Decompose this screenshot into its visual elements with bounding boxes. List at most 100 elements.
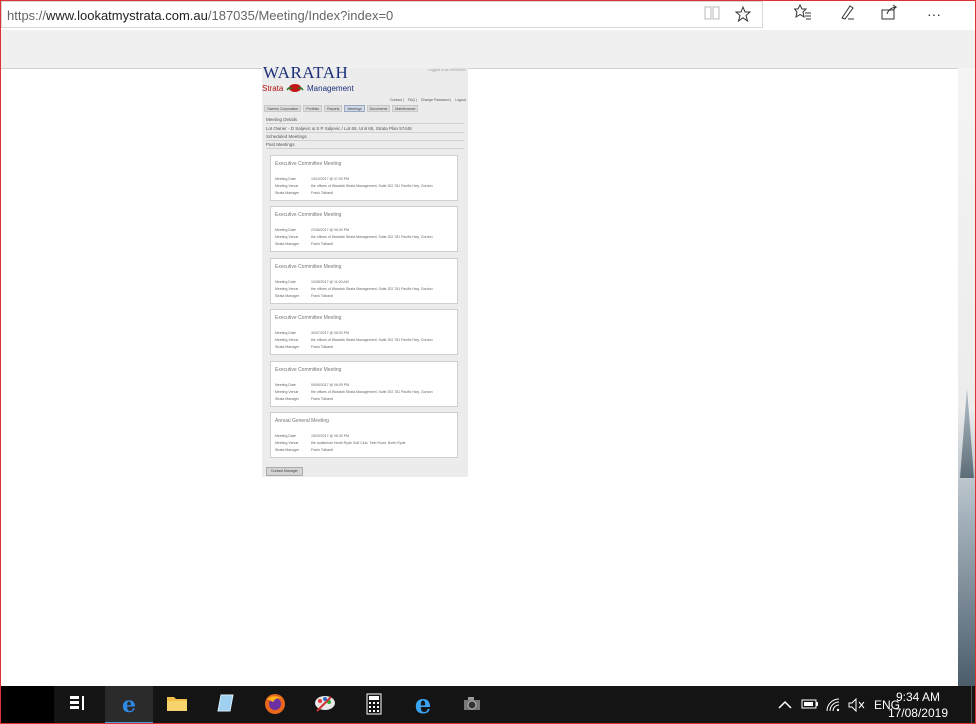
tab-portfolio[interactable]: Portfolio	[303, 105, 323, 112]
internet-explorer-button[interactable]: e	[399, 686, 447, 724]
wifi-icon[interactable]	[826, 698, 842, 715]
tab-documents[interactable]: Documents	[366, 105, 391, 112]
tab-meetings[interactable]: Meetings	[344, 105, 365, 112]
meeting-venue-row: Meeting Venue the offices of Waratah Stra…	[275, 235, 433, 239]
logo-waratah[interactable]: WARATAH	[263, 63, 348, 83]
field-value: the offices of Waratah Strata Management…	[311, 390, 433, 394]
chevron-up-icon[interactable]	[778, 698, 792, 713]
edge-taskbar-button[interactable]: e	[105, 686, 153, 724]
logo-management: Management	[307, 84, 354, 93]
field-label: Meeting Date	[275, 383, 296, 387]
firefox-button[interactable]	[251, 686, 299, 724]
edge-icon: e	[122, 692, 136, 718]
favorites-hub-icon[interactable]	[792, 3, 814, 24]
logout-link[interactable]: Logout	[455, 98, 466, 102]
field-value: Frank Tolbardi	[311, 242, 334, 246]
battery-icon[interactable]	[801, 698, 819, 713]
tab-reports[interactable]: Reports	[324, 105, 343, 112]
meeting-title[interactable]: Executive Committee Meeting	[275, 161, 341, 167]
paint-icon	[301, 693, 349, 718]
notes-app-button[interactable]	[202, 686, 250, 724]
volume-muted-icon[interactable]	[848, 697, 866, 715]
internet-explorer-icon: e	[414, 690, 432, 720]
meeting-card: Executive Committee Meeting Meeting Date 2…	[270, 206, 458, 252]
show-desktop-button[interactable]	[971, 686, 976, 724]
browser-toolbar-band	[0, 30, 976, 69]
meeting-title[interactable]: Executive Committee Meeting	[275, 264, 341, 270]
address-bar-row: https://www.lookatmystrata.com.au/187035…	[0, 0, 976, 30]
task-view-button[interactable]	[54, 686, 102, 724]
calculator-button[interactable]	[350, 686, 398, 724]
waratah-flower-icon	[286, 84, 304, 92]
strata-manager-row: Strata Manager Frank Tolbardi	[275, 294, 333, 298]
favorite-star-icon[interactable]	[732, 5, 754, 26]
meeting-card: Executive Committee Meeting Meeting Date 1…	[270, 258, 458, 304]
meeting-card: Executive Committee Meeting Meeting Date 3…	[270, 309, 458, 355]
start-button[interactable]	[0, 686, 54, 724]
meeting-card: Executive Committee Meeting Meeting Date 0…	[270, 361, 458, 407]
url-path: /187035/Meeting/Index?index=0	[207, 8, 394, 23]
notes-icon	[202, 693, 250, 718]
field-value: the offices of Waratah Strata Management…	[311, 338, 433, 342]
field-label: Meeting Venue	[275, 390, 299, 394]
strata-manager-row: Strata Manager Frank Tolbardi	[275, 345, 333, 349]
more-icon[interactable]: ···	[923, 4, 945, 24]
meeting-title[interactable]: Executive Committee Meeting	[275, 367, 341, 373]
meeting-date-row: Meeting Date 19/10/2017 @ 07:00 PM	[275, 177, 349, 181]
url-field[interactable]: https://www.lookatmystrata.com.au/187035…	[1, 1, 763, 28]
calculator-icon	[350, 693, 398, 720]
field-label: Meeting Date	[275, 280, 296, 284]
lot-owner-line: Lot Owner - D Saljevic & S P Saljevic / …	[266, 126, 464, 133]
folder-icon	[153, 693, 201, 717]
field-value: Frank Tolbardi	[311, 294, 334, 298]
field-value: Frank Tolbardi	[311, 448, 334, 452]
reading-view-icon[interactable]	[701, 6, 723, 26]
contact-link[interactable]: Contact	[390, 98, 402, 102]
logged-in-text: Logged in as: 00000000	[428, 68, 466, 72]
change-password-link[interactable]: Change Password	[421, 98, 450, 102]
field-value: 09/09/2017 @ 06:00 PM	[311, 383, 349, 387]
past-meetings-heading[interactable]: Past Meetings	[266, 142, 464, 149]
camera-icon	[448, 693, 496, 717]
strata-page: WARATAH Strata Management Logged in as: …	[262, 63, 468, 477]
clock-date: 17/08/2019	[887, 706, 948, 720]
scheduled-meetings-heading[interactable]: Scheduled Meetings	[266, 134, 464, 141]
window-border	[0, 0, 976, 724]
firefox-icon	[251, 693, 299, 720]
clock[interactable]: 9:34 AM 17/08/2019	[888, 689, 948, 721]
pen-icon[interactable]	[836, 4, 858, 24]
task-view-icon	[54, 693, 102, 717]
share-icon[interactable]	[879, 4, 901, 24]
section-title: Meeting Details	[266, 117, 464, 124]
meeting-title[interactable]: Executive Committee Meeting	[275, 315, 341, 321]
tab-maintenance[interactable]: Maintenance	[392, 105, 419, 112]
main-nav-tabs: Owners Corporation Portfolio Reports Mee…	[264, 105, 419, 112]
field-value: the offices of Waratah Strata Management…	[311, 287, 433, 291]
meeting-title[interactable]: Executive Committee Meeting	[275, 212, 341, 218]
file-explorer-button[interactable]	[153, 686, 201, 724]
tab-owners-corporation[interactable]: Owners Corporation	[264, 105, 302, 112]
meeting-venue-row: Meeting Venue the offices of Waratah Stra…	[275, 184, 433, 188]
field-value: 30/07/2017 @ 06:00 PM	[311, 331, 349, 335]
field-label: Strata Manager	[275, 397, 300, 401]
field-label: Meeting Venue	[275, 338, 299, 342]
field-label: Meeting Venue	[275, 441, 299, 445]
field-value: Frank Tolbardi	[311, 191, 334, 195]
meeting-venue-row: Meeting Venue the offices of Waratah Stra…	[275, 338, 433, 342]
meeting-title[interactable]: Annual General Meeting	[275, 418, 329, 424]
strata-manager-row: Strata Manager Frank Tolbardi	[275, 191, 333, 195]
field-label: Meeting Date	[275, 177, 296, 181]
meeting-venue-row: Meeting Venue the offices of Waratah Stra…	[275, 390, 433, 394]
meeting-date-row: Meeting Date 22/06/2017 @ 06:00 PM	[275, 228, 349, 232]
strata-manager-row: Strata Manager Frank Tolbardi	[275, 448, 333, 452]
field-label: Meeting Venue	[275, 287, 299, 291]
faq-link[interactable]: FAQ	[408, 98, 415, 102]
contact-manager-button[interactable]: Contact Manager	[266, 467, 303, 476]
camera-app-button[interactable]	[448, 686, 496, 724]
field-label: Meeting Date	[275, 434, 296, 438]
strata-manager-row: Strata Manager Frank Tolbardi	[275, 397, 333, 401]
paint-button[interactable]	[301, 686, 349, 724]
url-scheme: https://	[7, 8, 47, 23]
url-host: www.lookatmystrata.com.au	[46, 8, 208, 23]
url-text[interactable]: https://www.lookatmystrata.com.au/187035…	[7, 8, 393, 23]
